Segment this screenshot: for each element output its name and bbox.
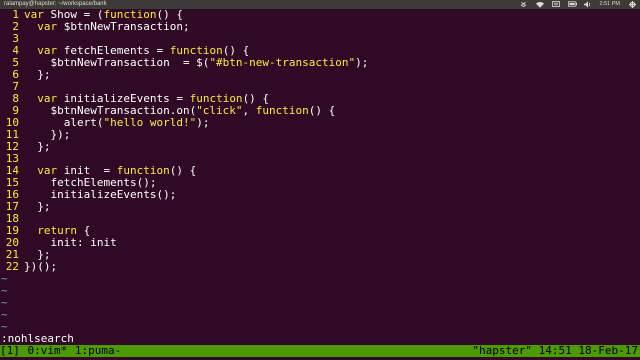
tmux-session-label: [1] [0, 344, 20, 357]
code-text: }; [24, 68, 51, 81]
empty-buffer-line: ~ [0, 321, 640, 333]
code-token: }; [24, 140, 51, 153]
empty-buffer-line: ~ [0, 309, 640, 321]
code-token: $btnNewTransaction = $( [24, 56, 210, 69]
code-line[interactable]: 2 var $btnNewTransaction; [0, 21, 640, 33]
code-line[interactable]: 21 }; [0, 249, 640, 261]
tmux-status-right: "hapster" 14:51 18-Feb-17 [472, 344, 638, 357]
terminal-window[interactable]: 1 var Show = (function() {2 var $btnNewTr… [0, 9, 640, 360]
code-line[interactable]: 6 }; [0, 69, 640, 81]
keyboard-icon[interactable] [551, 1, 560, 8]
code-text: $btnNewTransaction = $("#btn-new-transac… [24, 57, 368, 69]
code-text: })(); [24, 261, 57, 273]
string-token: "hello world!" [103, 116, 197, 129]
code-text: }; [24, 140, 51, 153]
settings-icon[interactable] [628, 1, 636, 8]
tmux-status-bar: [1] 0:vim* 1:puma- "hapster" 14:51 18-Fe… [0, 345, 640, 357]
code-token: ); [196, 116, 210, 129]
code-token: () { [308, 104, 336, 117]
indicator-area: 2:51 PM [520, 0, 636, 9]
code-line[interactable]: 10 alert("hello world!"); [0, 117, 640, 129]
code-line[interactable]: 17 }; [0, 201, 640, 213]
code-text: }; [24, 200, 51, 213]
clock[interactable]: 2:51 PM [600, 0, 620, 9]
code-line[interactable]: 5 $btnNewTransaction = $("#btn-new-trans… [0, 57, 640, 69]
code-token: , [242, 104, 256, 117]
code-token: })(); [24, 260, 58, 273]
empty-buffer-line: ~ [0, 285, 640, 297]
battery-icon[interactable] [567, 1, 577, 8]
keyword-token: function [255, 104, 309, 117]
string-token: "#btn-new-transaction" [209, 56, 356, 69]
code-token: $btnNewTransaction; [57, 20, 190, 33]
code-line[interactable]: 12 }; [0, 141, 640, 153]
code-line[interactable]: 22})(); [0, 261, 640, 273]
code-token: }; [24, 68, 51, 81]
code-line[interactable]: 18 [0, 213, 640, 225]
code-line[interactable]: 11 }); [0, 129, 640, 141]
vim-buffer[interactable]: 1 var Show = (function() {2 var $btnNewTr… [0, 9, 640, 333]
code-token: }; [24, 200, 51, 213]
wifi-icon[interactable] [535, 1, 544, 8]
volume-icon[interactable] [583, 1, 592, 8]
code-token: ); [355, 56, 369, 69]
code-line[interactable]: 16 initializeEvents(); [0, 189, 640, 201]
code-token: () { [169, 164, 197, 177]
code-text: var $btnNewTransaction; [24, 20, 190, 33]
tmux-window-vim[interactable]: 0:vim* [28, 345, 68, 357]
code-line[interactable]: 20 init: init [0, 237, 640, 249]
empty-buffer-line: ~ [0, 297, 640, 309]
empty-buffer-line: ~ [0, 273, 640, 285]
keyword-token: var [37, 20, 58, 33]
dropbox-icon[interactable] [520, 1, 528, 8]
tmux-window-puma[interactable]: 1:puma- [75, 345, 121, 357]
